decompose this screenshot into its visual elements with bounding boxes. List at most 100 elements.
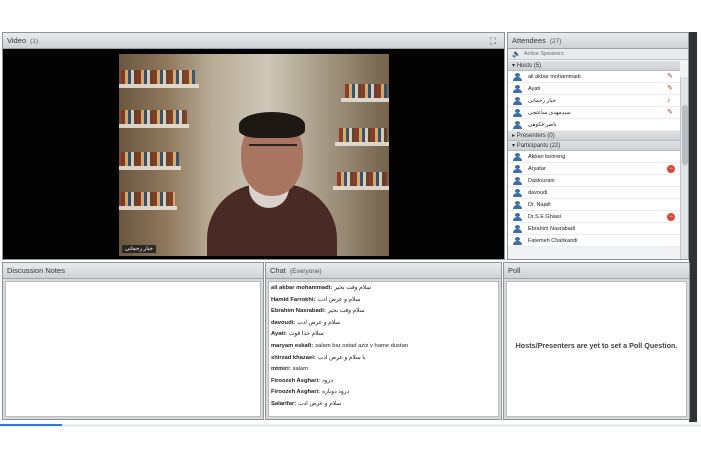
chat-message: Firoozeh Asghari: درود bbox=[271, 376, 496, 388]
attendee-list: ▾ Hosts (5) ali akbar mohammadi ✎ Ayati ✎ جب… bbox=[508, 61, 680, 247]
section-presenters[interactable]: ▸ Presenters (0) bbox=[508, 131, 680, 141]
chat-sender: davoudi: bbox=[271, 319, 296, 326]
attendees-pod-header[interactable]: Attendees (27) bbox=[508, 33, 688, 49]
chat-sender: shirzad khazaei: bbox=[271, 354, 316, 361]
chat-message: Firoozeh Asghari: درود دوباره bbox=[271, 387, 496, 399]
fullscreen-icon[interactable]: ⛶ bbox=[488, 36, 498, 46]
chat-message: Ebrahim Nasrabadi: سلام وقت بخیر bbox=[271, 306, 496, 318]
chat-sender: Salarifar: bbox=[271, 400, 297, 407]
participant-name: Dr.S.E.Ghiasi bbox=[528, 214, 562, 220]
attendee-scrollbar-thumb[interactable] bbox=[682, 105, 688, 165]
participant-row[interactable]: Ebrahim Nasrabadi bbox=[508, 223, 680, 235]
section-presenters-label: Presenters (0) bbox=[516, 133, 555, 139]
user-icon bbox=[513, 225, 522, 233]
chat-message: mtmiri: salam bbox=[271, 364, 496, 376]
chat-sender: maryam eskafi: bbox=[271, 342, 314, 349]
bottom-strip bbox=[0, 424, 701, 427]
bottom-accent bbox=[0, 424, 62, 426]
chat-text: درود دوباره bbox=[322, 389, 350, 396]
user-icon bbox=[513, 153, 522, 161]
user-icon bbox=[513, 121, 522, 129]
active-speakers-row[interactable]: 🔈 Active Speakers bbox=[508, 49, 688, 60]
bookshelf-right-1 bbox=[341, 98, 389, 102]
chat-message: Hamid Farrokhi: سلام و عرض ادب bbox=[271, 295, 496, 307]
section-participants[interactable]: ▾ Participants (22) bbox=[508, 141, 680, 151]
video-area: جبار رحمانی bbox=[3, 49, 504, 259]
participant-row[interactable]: Akbari booreng bbox=[508, 151, 680, 163]
notes-pod-header[interactable]: Discussion Notes bbox=[3, 263, 263, 279]
pencil-icon: ✎ bbox=[667, 109, 673, 116]
user-icon bbox=[513, 201, 522, 209]
participant-name: Ebrahim Nasrabadi bbox=[528, 226, 576, 232]
bookshelf-right-2 bbox=[335, 142, 389, 146]
participant-row[interactable]: Dr.S.E.Ghiasi − bbox=[508, 211, 680, 223]
user-icon bbox=[513, 237, 522, 245]
notes-pod-title: Discussion Notes bbox=[7, 266, 65, 275]
participant-name: Dastourani bbox=[528, 178, 555, 184]
chat-text: سلام خدا قوت bbox=[288, 331, 324, 338]
host-row[interactable]: Ayati ✎ bbox=[508, 83, 680, 95]
chat-scope: (Everyone) bbox=[289, 268, 322, 275]
participant-row[interactable]: Fatemeh Chahkandi bbox=[508, 235, 680, 247]
chat-text: salam bbox=[292, 366, 309, 373]
host-row[interactable]: جبار رحمانی ♪ bbox=[508, 95, 680, 107]
chat-sender: Firoozeh Asghari: bbox=[271, 389, 321, 396]
chat-message: ali akbar mohammadi: سلام وقت بخیر bbox=[271, 283, 496, 295]
chat-text: salam bar ostad aziz v hame dustan bbox=[315, 342, 409, 349]
user-icon bbox=[513, 97, 522, 105]
microphone-icon: ♪ bbox=[667, 97, 671, 104]
participant-row[interactable]: davoudi bbox=[508, 187, 680, 199]
books-right-3 bbox=[337, 172, 387, 186]
attendee-scrollbar[interactable] bbox=[680, 77, 688, 259]
section-hosts[interactable]: ▾ Hosts (5) bbox=[508, 61, 680, 71]
chat-pod: Chat (Everyone) ali akbar mohammadi: سلام… bbox=[265, 262, 502, 420]
pencil-icon: ✎ bbox=[667, 85, 673, 92]
bookshelf-right-3 bbox=[333, 186, 389, 190]
participant-row[interactable]: Dastourani bbox=[508, 175, 680, 187]
video-pod-count: (1) bbox=[30, 38, 39, 45]
participant-name: Akbari booreng bbox=[528, 154, 566, 160]
user-icon bbox=[513, 165, 522, 173]
section-participants-label: Participants (22) bbox=[516, 143, 561, 149]
host-row[interactable]: ناصر فکوهی bbox=[508, 119, 680, 131]
bookshelf-left-4 bbox=[119, 206, 177, 210]
chat-sender: ali akbar mohammadi: bbox=[271, 285, 333, 291]
poll-body: Hosts/Presenters are yet to set a Poll Q… bbox=[506, 281, 687, 417]
chat-text: سلام و عرض ادب bbox=[297, 319, 341, 326]
video-feed[interactable]: جبار رحمانی bbox=[119, 54, 389, 256]
host-name: Ayati bbox=[528, 86, 541, 92]
chat-text: با سلام و عرض ادب bbox=[317, 354, 366, 361]
chat-message: shirzad khazaei: با سلام و عرض ادب bbox=[271, 353, 496, 365]
poll-pod-header[interactable]: Poll bbox=[504, 263, 689, 279]
books-right-1 bbox=[345, 84, 387, 98]
user-icon bbox=[513, 73, 522, 81]
notes-body[interactable] bbox=[5, 281, 261, 417]
poll-pod-title: Poll bbox=[508, 266, 521, 275]
participant-name: Dr. Najafi bbox=[528, 202, 551, 208]
pencil-icon: ✎ bbox=[667, 73, 673, 80]
participant-row[interactable]: Dr. Najafi bbox=[508, 199, 680, 211]
meeting-room: Video (1) ⛶ جبار رحمانی Attendees (27) 🔈… bbox=[0, 0, 701, 460]
host-row[interactable]: سیدمهدی ساعتچی ✎ bbox=[508, 107, 680, 119]
chat-sender: Hamid Farrokhi: bbox=[271, 296, 316, 303]
video-pod-header[interactable]: Video (1) bbox=[3, 33, 504, 49]
window-right-edge bbox=[689, 32, 697, 422]
user-icon bbox=[513, 189, 522, 197]
books-left-3 bbox=[121, 152, 179, 166]
host-row[interactable]: ali akbar mohammadi ✎ bbox=[508, 71, 680, 83]
attendees-pod-title: Attendees bbox=[512, 36, 546, 45]
participants-list: Akbari booreng Aryafar − Dastourani davoudi D… bbox=[508, 151, 680, 247]
participant-row[interactable]: Aryafar − bbox=[508, 163, 680, 175]
video-pod: Video (1) ⛶ جبار رحمانی bbox=[2, 32, 505, 260]
books-left-4 bbox=[121, 192, 175, 206]
chat-text: سلام و عرض ادب bbox=[298, 400, 341, 407]
chat-sender: Ayati: bbox=[271, 331, 287, 338]
chat-pod-title: Chat bbox=[270, 266, 286, 275]
books-left-2 bbox=[121, 110, 187, 124]
chat-pod-header[interactable]: Chat (Everyone) bbox=[266, 263, 501, 279]
attendees-count: (27) bbox=[549, 38, 562, 45]
chat-messages[interactable]: ali akbar mohammadi: سلام وقت بخیر Hamid F… bbox=[268, 281, 499, 417]
participant-name: davoudi bbox=[528, 190, 548, 196]
notes-pod: Discussion Notes bbox=[2, 262, 264, 420]
user-icon bbox=[513, 109, 522, 117]
